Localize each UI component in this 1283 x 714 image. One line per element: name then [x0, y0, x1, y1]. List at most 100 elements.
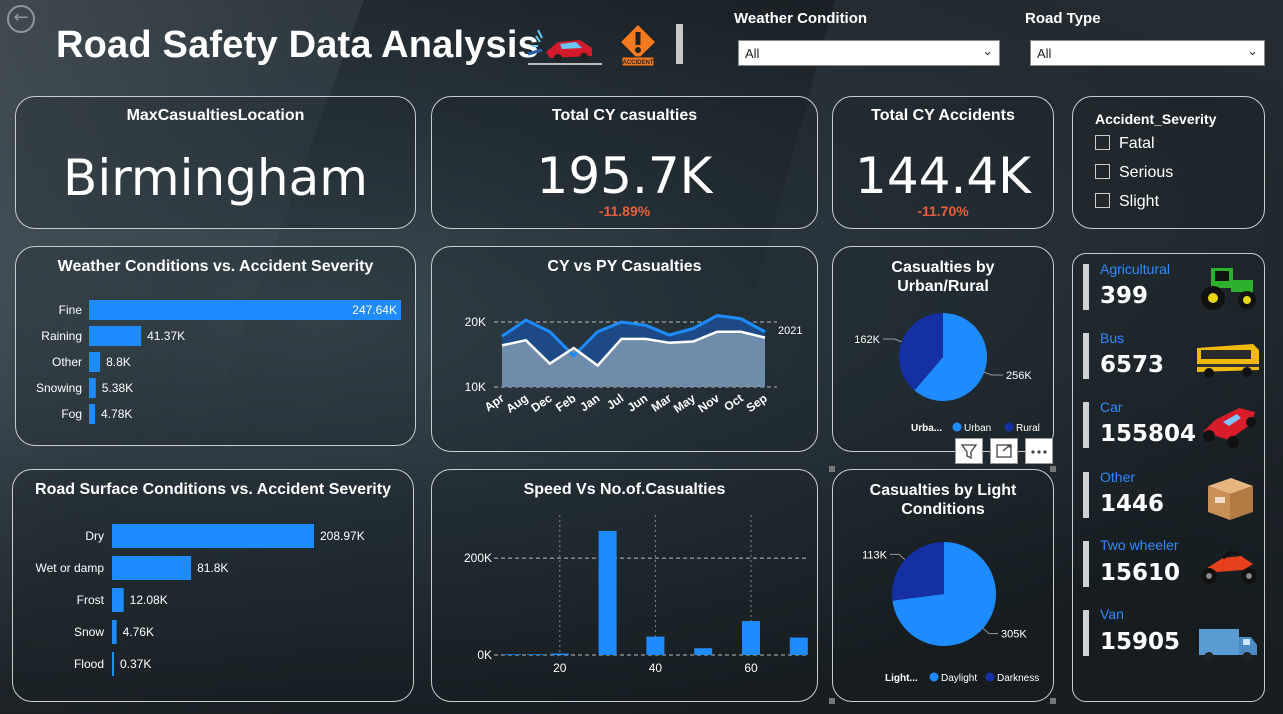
light-conditions-pie-chart: 305K 113K Light... Daylight Darkness: [862, 542, 1039, 684]
road-surface-chart-card[interactable]: Road Surface Conditions vs. Accident Sev…: [12, 469, 414, 702]
bar: [694, 648, 713, 655]
chart-title: Weather Conditions vs. Accident Severity: [57, 258, 374, 275]
bar: [89, 378, 96, 398]
bar: [112, 524, 314, 548]
severity-option-slight[interactable]: Slight: [1095, 193, 1159, 211]
legend-label: Urban: [964, 423, 991, 434]
x-tick-label: Aug: [503, 391, 530, 416]
leader-line: [982, 627, 999, 635]
title-divider: [676, 24, 683, 64]
category-label: Wet or damp: [36, 561, 105, 575]
bar: [550, 653, 569, 655]
vehicle-name: Agricultural: [1100, 261, 1171, 277]
resize-handle[interactable]: [829, 466, 835, 472]
accident-sign-icon: ACCIDENT: [618, 22, 658, 67]
severity-option-serious[interactable]: Serious: [1095, 164, 1173, 182]
focus-mode-icon[interactable]: [990, 438, 1018, 464]
legend-marker: [1004, 422, 1014, 432]
resize-handle[interactable]: [829, 698, 835, 704]
option-label: Slight: [1119, 193, 1160, 210]
urban-rural-pie-chart: 256K 162K Urba... Urban Rural: [854, 313, 1040, 434]
legend-label: Rural: [1016, 423, 1040, 434]
bar: [503, 654, 521, 655]
checkbox[interactable]: [1095, 135, 1110, 150]
data-label: 162K: [854, 334, 880, 346]
bar: [89, 404, 96, 424]
category-label: Flood: [74, 657, 104, 671]
bus-icon: [1197, 344, 1259, 378]
kpi-delta: -11.70%: [917, 203, 969, 219]
car-icon: [1203, 408, 1256, 448]
legend-title: Urba...: [911, 423, 942, 434]
vehicle-value: 15610: [1100, 560, 1181, 586]
vehicle-name: Bus: [1100, 330, 1125, 346]
cy-vs-py-chart-card[interactable]: CY vs PY Casualties 10K 20K 2021 Apr Aug Dec F…: [431, 246, 818, 452]
chevron-down-icon: ⌄: [1247, 43, 1258, 58]
chart-title: Speed Vs No.of.Casualties: [523, 481, 726, 498]
total-cy-accidents-card[interactable]: Total CY Accidents 144.4K -11.70%: [832, 96, 1054, 229]
bar: [742, 621, 760, 655]
bar: [89, 326, 142, 346]
max-casualties-location-card[interactable]: MaxCasualtiesLocation Birmingham: [15, 96, 416, 229]
pie-slice: [892, 542, 944, 601]
urban-rural-pie-card[interactable]: Casualties by Urban/Rural 256K 162K Urba..…: [832, 246, 1054, 452]
checkbox[interactable]: [1095, 193, 1110, 208]
filter-icon[interactable]: [955, 438, 983, 464]
vehicle-bar: [1083, 472, 1089, 518]
chart-title: Road Surface Conditions vs. Accident Sev…: [35, 481, 391, 498]
resize-handle[interactable]: [1050, 466, 1056, 472]
leader-line: [882, 338, 902, 343]
x-tick-label: 20: [553, 661, 567, 675]
option-label: Fatal: [1119, 135, 1155, 152]
legend-marker: [929, 672, 939, 682]
x-tick-label: Sep: [744, 391, 770, 415]
speed-casualties-chart-card[interactable]: Speed Vs No.of.Casualties 200K 0K 20 40 60: [431, 469, 818, 702]
speed-column-chart: 200K 0K 20 40 60: [464, 515, 808, 675]
kpi-value: Birmingham: [63, 149, 368, 207]
cy-vs-py-area-chart: 10K 20K 2021 AprAugDecFebJan JulJunMarMayNov…: [465, 313, 802, 416]
series-label: 2021: [778, 325, 802, 337]
weather-condition-label: Weather Condition: [734, 10, 868, 27]
category-label: Other: [52, 355, 82, 369]
data-label: 256K: [1006, 370, 1032, 382]
chart-title: Casualties by Light Conditions: [869, 482, 1017, 518]
checkbox[interactable]: [1095, 164, 1110, 179]
vehicle-bar: [1083, 333, 1089, 379]
vehicle-value: 15905: [1100, 629, 1181, 655]
data-label: 0.37K: [120, 657, 151, 671]
bar: [112, 588, 124, 612]
road-type-value: All: [1037, 46, 1052, 61]
legend-label: Darkness: [997, 673, 1039, 684]
weather-severity-chart-card[interactable]: Weather Conditions vs. Accident Severity…: [15, 246, 416, 446]
resize-handle[interactable]: [1050, 698, 1056, 704]
x-tick-label: May: [671, 391, 698, 416]
bar: [112, 652, 114, 676]
chart-title: CY vs PY Casualties: [547, 258, 702, 275]
vehicle-bar: [1083, 541, 1089, 587]
category-label: Fine: [59, 303, 83, 317]
page-title: Road Safety Data Analysis: [56, 24, 539, 66]
vehicle-bar: [1083, 402, 1089, 448]
light-conditions-pie-card[interactable]: Casualties by Light Conditions 305K 113K L…: [832, 469, 1054, 702]
x-tick-label: Mar: [649, 391, 675, 415]
back-arrow-icon[interactable]: ←: [7, 5, 35, 33]
category-label: Snowing: [36, 381, 82, 395]
kpi-delta: -11.89%: [598, 203, 651, 219]
vehicle-value: 6573: [1100, 352, 1165, 378]
total-cy-casualties-card[interactable]: Total CY casualties 195.7K -11.89%: [431, 96, 818, 229]
bar: [598, 530, 617, 655]
data-label: 8.8K: [106, 355, 131, 369]
y-tick-label: 200K: [464, 551, 492, 565]
weather-condition-dropdown[interactable]: All ⌄: [738, 40, 1000, 66]
bar: [526, 654, 545, 655]
road-type-dropdown[interactable]: All ⌄: [1030, 40, 1265, 66]
more-options-icon[interactable]: [1025, 438, 1053, 464]
x-tick-label: 60: [744, 661, 758, 675]
leader-line: [889, 553, 906, 561]
card-title: MaxCasualtiesLocation: [126, 107, 305, 124]
bar: [646, 636, 665, 655]
legend-title: Light...: [885, 673, 918, 684]
vehicle-name: Other: [1100, 469, 1136, 485]
severity-option-fatal[interactable]: Fatal: [1095, 135, 1155, 153]
vehicle-value: 155804: [1100, 421, 1197, 447]
